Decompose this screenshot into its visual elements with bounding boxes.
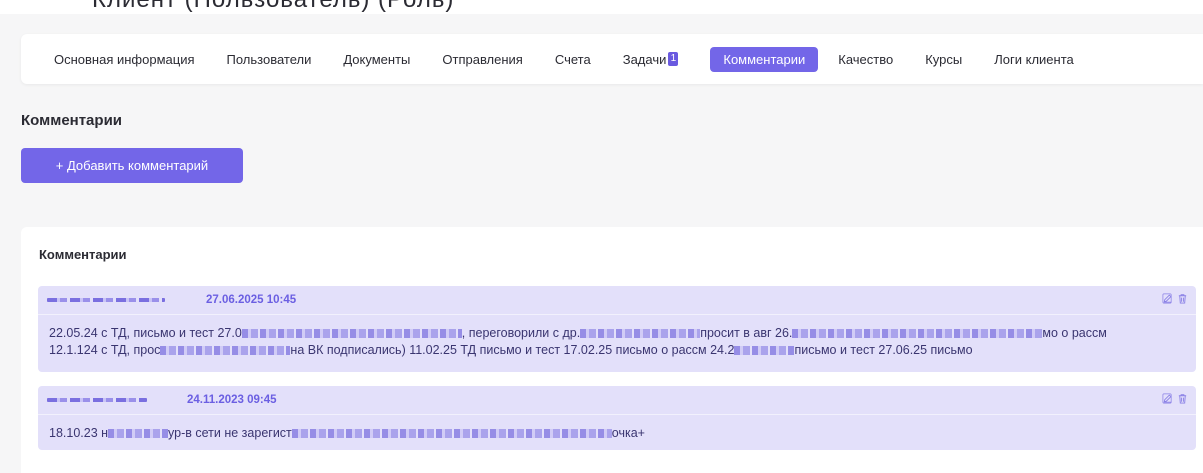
comment-author-redacted [47, 398, 147, 402]
comments-card-title: Комментарии [39, 247, 127, 262]
comment-date: 27.06.2025 10:45 [206, 294, 297, 306]
redacted-text [792, 329, 1043, 339]
tab-users[interactable]: Пользователи [227, 52, 312, 67]
comment-text-fragment: письмо и тест 27.06.25 письмо [794, 343, 973, 357]
redacted-text [580, 329, 701, 339]
redacted-text [291, 429, 612, 439]
comment-line: 18.10.23 н ур-в сети не зарегист очка+ [49, 425, 1185, 442]
tab-courses[interactable]: Курсы [925, 52, 962, 67]
trash-icon[interactable] [1177, 393, 1188, 404]
redacted-text [160, 346, 291, 356]
comment-author-redacted [47, 298, 165, 302]
tab-label: Качество [838, 51, 894, 67]
comment-text-fragment: 22.05.24 с ТД, письмо и тест 27.0 [49, 326, 242, 340]
tab-client-logs[interactable]: Логи клиента [994, 52, 1074, 67]
tab-label: Документы [343, 51, 411, 67]
comment-text-fragment: ур-в сети не зарегист [168, 426, 292, 440]
page-header-strip: Клиент (Пользователь) (Роль) [0, 0, 1203, 14]
tab-label: Курсы [925, 51, 963, 67]
tab-quality[interactable]: Качество [838, 52, 893, 67]
tab-documents[interactable]: Документы [343, 52, 410, 67]
comment-text: 18.10.23 н ур-в сети не зарегист очка+ [38, 415, 1196, 442]
comment-text-fragment: очка+ [611, 426, 645, 440]
comment-item: 24.11.2023 09:45 18.10.23 н ур-в сети не … [38, 386, 1196, 450]
comment-line: 22.05.24 с ТД, письмо и тест 27.0 , перег… [49, 325, 1185, 342]
redacted-text [734, 346, 795, 356]
trash-icon[interactable] [1177, 293, 1188, 304]
comment-text-fragment: 18.10.23 н [49, 426, 109, 440]
tab-label: Задачи [622, 51, 667, 67]
comment-date: 24.11.2023 09:45 [187, 394, 277, 406]
page-title: Клиент (Пользователь) (Роль) [92, 0, 454, 14]
comment-text-fragment: 12.1.124 с ТД, прос [49, 343, 161, 357]
tasks-count-badge: 1 [668, 52, 679, 66]
tab-label: Логи клиента [994, 51, 1074, 67]
add-comment-button[interactable]: + Добавить комментарий [21, 148, 243, 183]
tab-invoices[interactable]: Счета [555, 52, 591, 67]
comment-actions [1162, 293, 1188, 304]
comment-text: 22.05.24 с ТД, письмо и тест 27.0 , перег… [38, 315, 1196, 359]
tab-label: Комментарии [723, 51, 806, 67]
comment-text-fragment: на ВК подписались) 11.02.25 ТД письмо и … [290, 343, 735, 357]
comment-line: 12.1.124 с ТД, прос на ВК подписались) 11… [49, 342, 1185, 359]
edit-icon[interactable] [1162, 293, 1173, 304]
edit-icon[interactable] [1162, 393, 1173, 404]
redacted-text [241, 329, 462, 339]
comment-text-fragment: мо о рассм [1042, 326, 1107, 340]
comment-header: 24.11.2023 09:45 [38, 386, 1196, 415]
tab-label: Основная информация [54, 51, 195, 67]
tab-label: Отправления [442, 51, 523, 67]
tab-main-info[interactable]: Основная информация [54, 52, 195, 67]
comment-text-fragment: просит в авг 26. [700, 326, 793, 340]
tab-label: Счета [554, 51, 591, 67]
comments-card: Комментарии 27.06.2025 10:45 22.05.24 с … [21, 227, 1203, 473]
redacted-text [108, 429, 169, 439]
tab-tasks[interactable]: Задачи 1 [623, 52, 679, 67]
tab-shipments[interactable]: Отправления [442, 52, 522, 67]
tab-comments[interactable]: Комментарии [710, 46, 819, 72]
comment-item: 27.06.2025 10:45 22.05.24 с ТД, письмо и… [38, 286, 1196, 372]
section-title: Комментарии [21, 112, 123, 129]
comment-text-fragment: , переговорили с др. [461, 326, 581, 340]
tab-label: Пользователи [226, 51, 312, 67]
comment-actions [1162, 393, 1188, 404]
tabs-bar: Основная информация Пользователи Докумен… [21, 34, 1203, 84]
comment-header: 27.06.2025 10:45 [38, 286, 1196, 315]
